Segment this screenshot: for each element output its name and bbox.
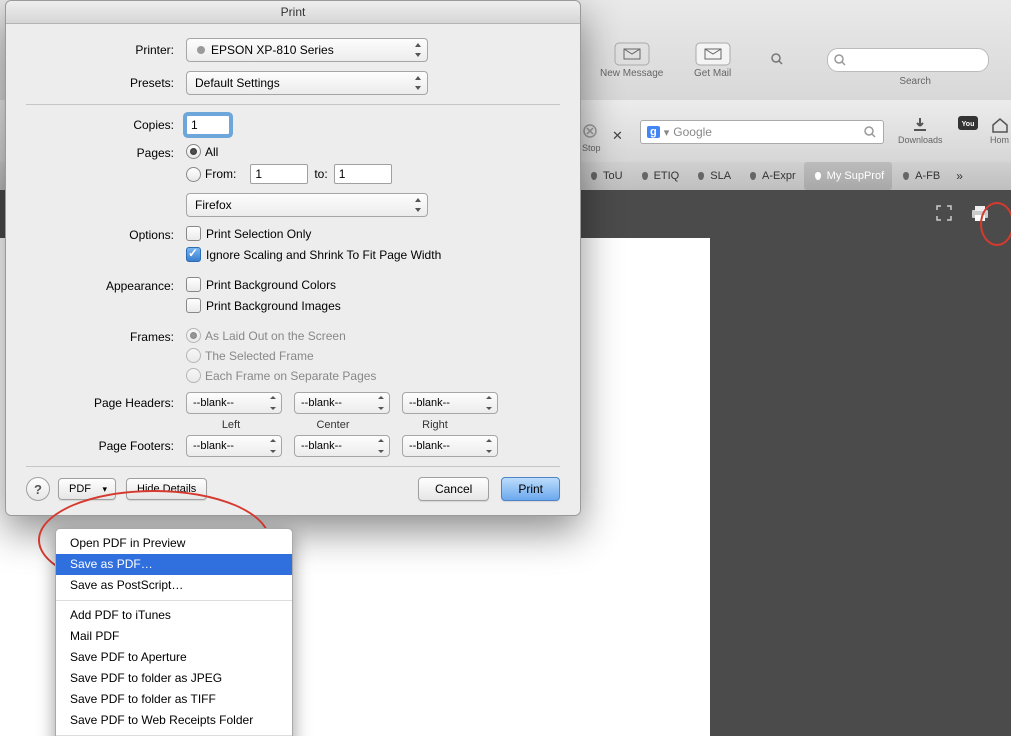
- footer-center-select[interactable]: --blank--: [294, 435, 390, 457]
- appearance-label: Appearance:: [26, 279, 174, 293]
- print-dialog-title: Print: [6, 1, 580, 24]
- print-button[interactable]: Print: [501, 477, 560, 501]
- frames-label: Frames:: [26, 330, 174, 344]
- bookmark-afb[interactable]: A-FB: [892, 162, 948, 190]
- pages-to-label: to:: [314, 167, 327, 181]
- search-icon: [863, 125, 877, 139]
- cancel-button[interactable]: Cancel: [418, 477, 489, 501]
- get-mail-button[interactable]: Get Mail: [694, 42, 731, 79]
- footer-right-select[interactable]: --blank--: [402, 435, 498, 457]
- app-select[interactable]: Firefox: [186, 193, 428, 217]
- separator: [26, 104, 560, 105]
- bookmark-mysupprof[interactable]: My SupProf: [804, 162, 892, 190]
- frames-laid-radio: As Laid Out on the Screen: [186, 328, 376, 343]
- menu-mail-pdf[interactable]: Mail PDF: [56, 626, 292, 647]
- col-center-label: Center: [288, 419, 378, 431]
- search-label: Search: [899, 76, 931, 87]
- apple-icon: [695, 170, 707, 182]
- stop-label: Stop: [582, 143, 601, 153]
- bg-images-checkbox[interactable]: Print Background Images: [186, 298, 341, 313]
- presets-label: Presets:: [26, 76, 174, 90]
- frames-selected-radio: The Selected Frame: [186, 348, 376, 363]
- bg-colors-checkbox[interactable]: Print Background Colors: [186, 277, 341, 292]
- options-label: Options:: [26, 228, 174, 242]
- col-left-label: Left: [186, 419, 276, 431]
- frames-each-radio: Each Frame on Separate Pages: [186, 368, 376, 383]
- ignore-scaling-checkbox[interactable]: Ignore Scaling and Shrink To Fit Page Wi…: [186, 247, 441, 262]
- menu-save-tiff[interactable]: Save PDF to folder as TIFF: [56, 689, 292, 710]
- stop-button[interactable]: [582, 123, 600, 139]
- stop-icon: [582, 123, 598, 139]
- menu-open-preview[interactable]: Open PDF in Preview: [56, 533, 292, 554]
- bookmark-sla[interactable]: SLA: [687, 162, 739, 190]
- separator: [26, 466, 560, 467]
- menu-add-itunes[interactable]: Add PDF to iTunes: [56, 605, 292, 626]
- bookmark-etiq[interactable]: ETIQ: [631, 162, 688, 190]
- header-center-select[interactable]: --blank--: [294, 392, 390, 414]
- apple-icon: [747, 170, 759, 182]
- header-right-select[interactable]: --blank--: [402, 392, 498, 414]
- pages-all-radio[interactable]: All: [186, 144, 384, 159]
- apple-icon: [900, 170, 912, 182]
- download-icon: [911, 116, 929, 134]
- bookmark-aexpr[interactable]: A-Expr: [739, 162, 804, 190]
- pdf-menu-button[interactable]: PDF: [58, 478, 116, 500]
- menu-save-as-pdf[interactable]: Save as PDF…: [56, 554, 292, 575]
- print-dialog: Print Printer: EPSON XP-810 Series Prese…: [5, 0, 581, 516]
- close-x[interactable]: ✕: [612, 128, 623, 144]
- hide-details-button[interactable]: Hide Details: [126, 478, 207, 500]
- menu-save-aperture[interactable]: Save PDF to Aperture: [56, 647, 292, 668]
- footers-label: Page Footers:: [26, 439, 174, 453]
- footer-left-select[interactable]: --blank--: [186, 435, 282, 457]
- col-right-label: Right: [390, 419, 480, 431]
- bookmark-more[interactable]: »: [948, 162, 971, 190]
- pdf-dropdown-menu: Open PDF in Preview Save as PDF… Save as…: [55, 528, 293, 736]
- presets-select[interactable]: Default Settings: [186, 71, 428, 95]
- copies-input[interactable]: [186, 115, 230, 135]
- fullscreen-icon[interactable]: [935, 204, 953, 222]
- headers-label: Page Headers:: [26, 396, 174, 410]
- copies-label: Copies:: [26, 118, 174, 132]
- home-button[interactable]: Hom: [990, 116, 1009, 145]
- status-dot-icon: [195, 44, 207, 56]
- bookmark-tou[interactable]: ToU: [580, 162, 631, 190]
- pages-label: Pages:: [26, 146, 174, 160]
- svg-text:You: You: [962, 121, 975, 128]
- print-selection-checkbox[interactable]: Print Selection Only: [186, 226, 441, 241]
- search-input[interactable]: [827, 48, 989, 72]
- help-button[interactable]: ?: [26, 477, 50, 501]
- page-to-input[interactable]: [334, 164, 392, 184]
- compose-icon: [614, 42, 650, 66]
- envelope-icon: [695, 42, 731, 66]
- apple-icon: [812, 170, 824, 182]
- youtube-icon: You: [958, 116, 978, 130]
- printer-icon[interactable]: [969, 204, 991, 222]
- apple-icon: [639, 170, 651, 182]
- menu-save-as-ps[interactable]: Save as PostScript…: [56, 575, 292, 596]
- new-message-button[interactable]: New Message: [600, 42, 663, 79]
- home-icon: [991, 116, 1009, 134]
- apple-icon: [588, 170, 600, 182]
- page-from-input[interactable]: [250, 164, 308, 184]
- printer-select[interactable]: EPSON XP-810 Series: [186, 38, 428, 62]
- menu-save-jpeg[interactable]: Save PDF to folder as JPEG: [56, 668, 292, 689]
- google-g-icon: g: [647, 126, 660, 138]
- downloads-button[interactable]: Downloads: [898, 116, 943, 145]
- pages-from-radio[interactable]: From:: [186, 167, 236, 182]
- header-left-select[interactable]: --blank--: [186, 392, 282, 414]
- printer-label: Printer:: [26, 43, 174, 57]
- youtube-button[interactable]: You: [958, 116, 978, 131]
- search-icon-2[interactable]: [770, 52, 784, 66]
- menu-save-web[interactable]: Save PDF to Web Receipts Folder: [56, 710, 292, 731]
- url-search-box[interactable]: g ▾ Google: [640, 120, 884, 144]
- search-icon: [833, 53, 847, 67]
